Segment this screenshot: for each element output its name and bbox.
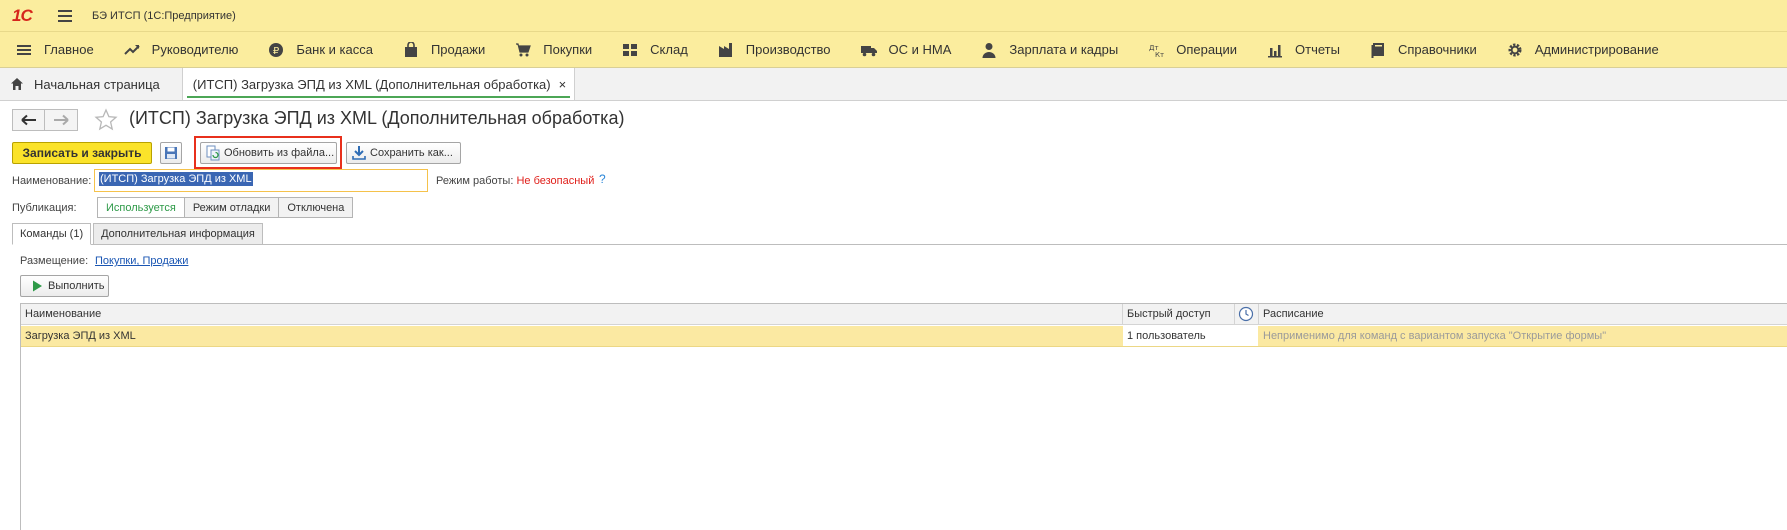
home-icon — [11, 78, 23, 90]
refresh-file-icon — [205, 145, 221, 161]
section-assets[interactable]: ОС и НМА — [845, 32, 966, 68]
favorite-star-icon[interactable] — [94, 108, 118, 132]
mode-value: Не безопасный — [516, 175, 595, 187]
person-icon — [981, 42, 997, 58]
inner-tabs: Команды (1) Дополнительная информация — [12, 223, 263, 245]
section-purchases[interactable]: Покупки — [499, 32, 606, 68]
svg-text:₽: ₽ — [273, 46, 280, 57]
column-header-quick-access[interactable]: Быстрый доступ — [1123, 304, 1233, 324]
app-title: БЭ ИТСП (1С:Предприятие) — [92, 9, 236, 22]
run-button[interactable]: Выполнить — [20, 275, 109, 297]
warehouse-icon — [622, 42, 638, 58]
table-row[interactable]: Загрузка ЭПД из XML 1 пользователь Непри… — [21, 326, 1787, 347]
tab-commands[interactable]: Команды (1) — [12, 223, 92, 245]
tab-home[interactable]: Начальная страница — [0, 68, 178, 100]
publication-option-used[interactable]: Используется — [97, 197, 185, 218]
section-production[interactable]: Производство — [702, 32, 845, 68]
publication-label: Публикация: — [12, 202, 77, 214]
book-icon — [1370, 42, 1386, 58]
open-windows-bar: Начальная страница (ИТСП) Загрузка ЭПД и… — [0, 68, 1787, 101]
save-as-button[interactable]: Сохранить как... — [346, 142, 461, 164]
arrow-right-icon — [54, 114, 69, 126]
section-manager[interactable]: Руководителю — [108, 32, 253, 68]
section-salary[interactable]: Зарплата и кадры — [965, 32, 1132, 68]
main-menu-icon[interactable] — [58, 9, 74, 22]
name-label: Наименование: — [12, 175, 92, 187]
cart-icon — [515, 42, 532, 58]
floppy-disk-icon — [165, 147, 177, 159]
title-bar: 1С БЭ ИТСП (1С:Предприятие) — [0, 0, 1787, 32]
refresh-from-file-button[interactable]: Обновить из файла... — [200, 142, 337, 164]
publication-option-disabled[interactable]: Отключена — [279, 197, 354, 218]
trend-icon — [123, 42, 140, 58]
section-main[interactable]: Главное — [0, 32, 108, 68]
commands-table: Наименование Быстрый доступ Расписание З… — [20, 303, 1787, 530]
publication-option-debug[interactable]: Режим отладки — [184, 197, 280, 218]
tab-panel-border — [12, 244, 1787, 245]
tab-additional-info[interactable]: Дополнительная информация — [93, 223, 263, 245]
section-bank[interactable]: ₽ Банк и касса — [252, 32, 387, 68]
download-icon — [351, 145, 367, 161]
section-operations[interactable]: Дт Кт Операции — [1132, 32, 1251, 68]
back-button[interactable] — [12, 109, 45, 131]
mode-label: Режим работы: Не безопасный — [436, 175, 595, 187]
section-sales[interactable]: Продажи — [387, 32, 499, 68]
clock-icon[interactable] — [1238, 306, 1254, 322]
table-header: Наименование Быстрый доступ Расписание — [21, 304, 1787, 325]
factory-icon — [718, 42, 734, 58]
play-icon — [29, 278, 45, 294]
section-warehouse[interactable]: Склад — [606, 32, 702, 68]
name-field[interactable]: (ИТСП) Загрузка ЭПД из XML — [94, 169, 428, 192]
navigation-buttons — [12, 109, 78, 131]
publication-switch: Используется Режим отладки Отключена — [97, 197, 354, 218]
placement-label: Размещение: — [20, 255, 89, 267]
cell-name: Загрузка ЭПД из XML — [25, 330, 136, 342]
section-reports[interactable]: Отчеты — [1251, 32, 1354, 68]
column-header-name[interactable]: Наименование — [21, 304, 1121, 324]
arrow-left-icon — [20, 114, 36, 126]
forward-button[interactable] — [45, 109, 78, 131]
form-title: (ИТСП) Загрузка ЭПД из XML (Дополнительн… — [129, 108, 625, 128]
truck-icon — [860, 42, 877, 58]
save-button[interactable] — [160, 142, 182, 164]
sections-panel: Главное Руководителю ₽ Банк и касса Прод… — [0, 32, 1787, 68]
placement-link[interactable]: Покупки, Продажи — [95, 255, 188, 267]
column-header-schedule[interactable]: Расписание — [1259, 304, 1779, 324]
help-icon[interactable]: ? — [599, 172, 606, 186]
name-field-value: (ИТСП) Загрузка ЭПД из XML — [99, 172, 253, 186]
dt-kt-icon: Дт Кт — [1148, 42, 1164, 58]
tab-current-form[interactable]: (ИТСП) Загрузка ЭПД из XML (Дополнительн… — [181, 68, 576, 100]
bag-icon — [403, 41, 419, 58]
section-admin[interactable]: Администрирование — [1491, 32, 1673, 68]
svg-text:Кт: Кт — [1155, 51, 1164, 58]
coin-icon: ₽ — [268, 42, 284, 58]
1c-logo: 1С — [12, 5, 33, 25]
cell-schedule: Неприменимо для команд с вариантом запус… — [1263, 330, 1607, 342]
gear-icon — [1507, 42, 1523, 58]
cell-quick-access[interactable]: 1 пользователь — [1123, 326, 1258, 346]
bar-chart-icon — [1267, 42, 1283, 58]
menu-icon — [16, 42, 32, 58]
section-catalogs[interactable]: Справочники — [1354, 32, 1491, 68]
close-icon[interactable]: × — [559, 77, 567, 92]
save-and-close-button[interactable]: Записать и закрыть — [12, 142, 152, 164]
